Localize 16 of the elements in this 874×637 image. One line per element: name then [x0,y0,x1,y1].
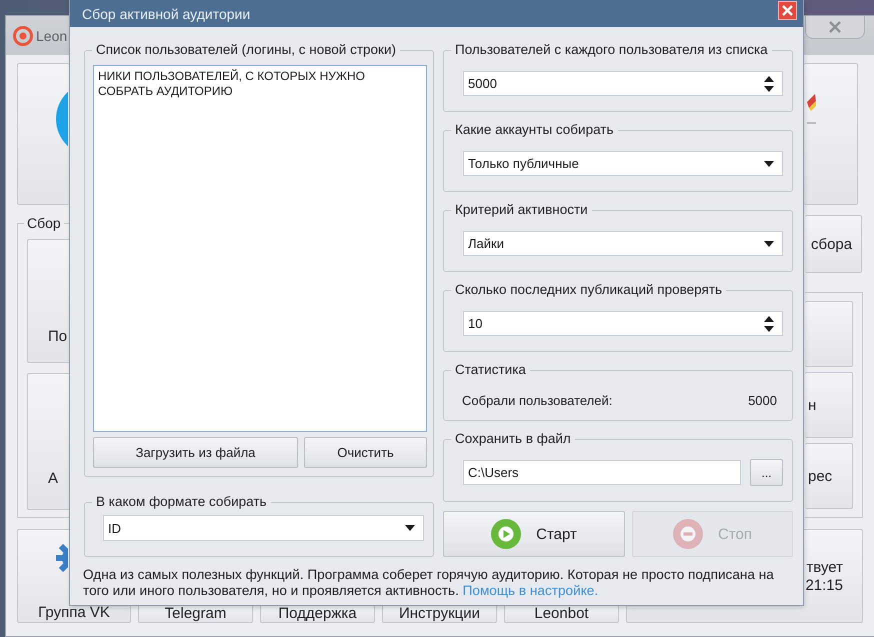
group-label: Список пользователей (логины, с новой строки) [95,42,397,58]
group-label: Сбор [26,215,62,231]
group-label: Критерий активности [454,202,589,218]
group-label: Сколько последних публикаций проверять [454,282,724,298]
time-text: 21:15 [805,577,843,595]
group-label: Статистика [454,362,527,378]
dialog-title: Сбор активной аудитории [82,6,250,22]
stat-value: 5000 [748,393,777,409]
group-label: В каком формате собирать [95,494,268,510]
group-label: Пользователей с каждого пользователя из списка [454,42,769,58]
description-text: Одна из самых полезных функций. Программа соберет горячую аудиторию. Которая не просто подписана на того или иного пользователя, но и проявляется активность. Помощь в настройке. [83,567,775,599]
group-label: Какие аккаунты собирать [454,122,615,138]
stat-label: Собрали пользователей: [462,393,612,409]
app-title: Leon [36,28,68,44]
group-label: Сохранить в файл [454,431,572,447]
status-text: твует [806,559,843,577]
